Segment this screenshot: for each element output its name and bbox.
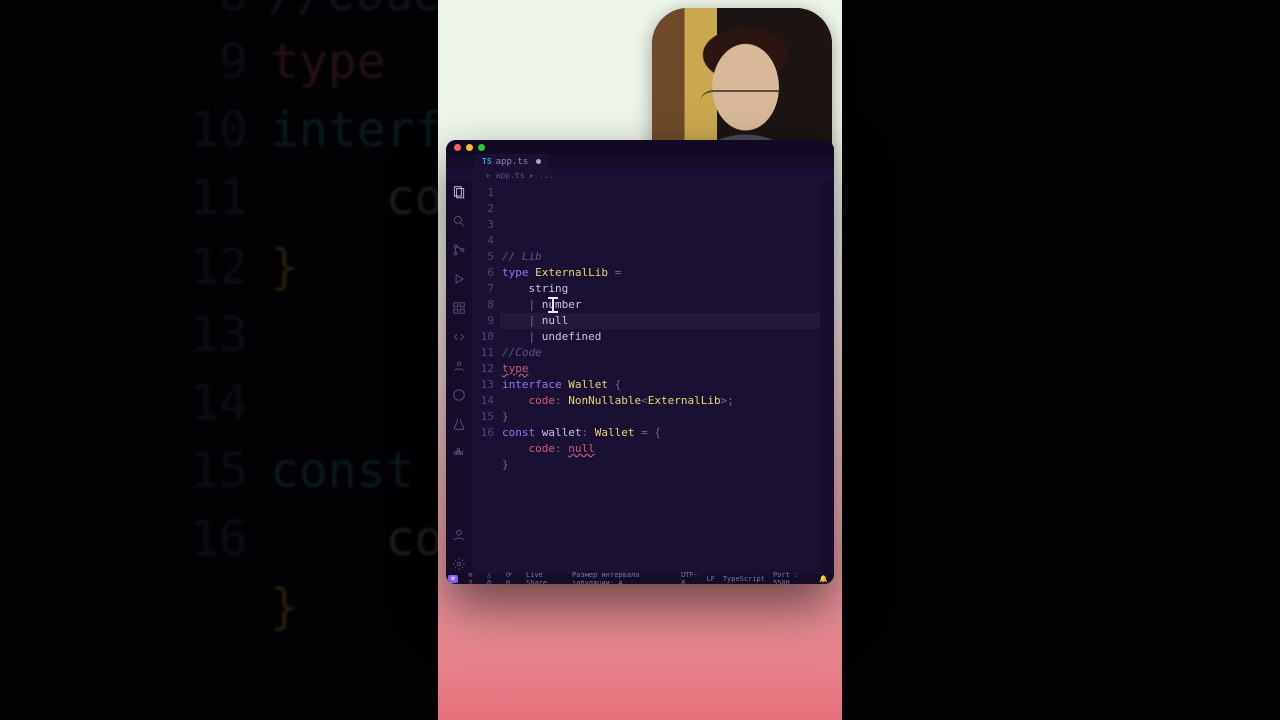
status-liveshare[interactable]: Live Share [526,571,562,584]
editor-pane[interactable]: 12345678910111213141516 // Libtype Exter… [472,181,834,574]
status-bell-icon[interactable]: 🔔 [819,575,828,583]
phone-column: TS app.ts ▸ app.ts ▸ ... [438,0,842,720]
ts-icon: TS [482,157,492,166]
test-icon[interactable] [452,417,466,434]
traffic-min-icon[interactable] [466,144,473,151]
status-radio[interactable]: ⟳ 0 [506,571,518,584]
explorer-icon[interactable] [452,185,466,202]
account-icon[interactable] [452,528,466,545]
status-indent[interactable]: Размер интервала табуляции: 4 [572,571,673,584]
line-gutter: 12345678910111213141516 [472,181,500,574]
status-warnings[interactable]: △ 0 [487,571,498,584]
window-titlebar[interactable] [446,140,834,154]
tab-app-ts[interactable]: TS app.ts [474,154,549,169]
breadcrumb[interactable]: ▸ app.ts ▸ ... [446,169,834,181]
code-area[interactable]: // Libtype ExternalLib = string | number… [500,181,834,574]
activity-bar [446,181,472,574]
source-control-icon[interactable] [452,243,466,260]
tab-bar: TS app.ts [446,154,834,169]
settings-icon[interactable] [452,557,466,574]
minimap[interactable] [820,181,834,574]
status-eol[interactable]: LF [706,575,714,583]
tab-label: app.ts [496,157,529,167]
search-icon[interactable] [452,214,466,231]
github-icon[interactable] [452,388,466,405]
traffic-max-icon[interactable] [478,144,485,151]
extensions-icon[interactable] [452,301,466,318]
status-lang[interactable]: TypeScript [723,575,765,583]
status-port[interactable]: Port : 5500 [773,571,811,584]
status-encoding[interactable]: UTF-8 [681,571,698,584]
dirty-indicator-icon [536,159,541,164]
live-share-icon[interactable] [452,359,466,376]
bg-gutter: 8 9 10 11 12 13 14 15 16 [190,0,248,573]
docker-icon[interactable] [452,446,466,463]
remote-icon[interactable] [452,330,466,347]
status-errors[interactable]: ⊘ 2 [468,571,479,584]
status-bar: ⌘ ⊘ 2 △ 0 ⟳ 0 Live Share Размер интервал… [446,574,834,584]
remote-indicator[interactable]: ⌘ [448,575,458,583]
current-line-highlight [500,313,824,329]
debug-icon[interactable] [452,272,466,289]
traffic-close-icon[interactable] [454,144,461,151]
editor-window: TS app.ts ▸ app.ts ▸ ... [446,140,834,584]
